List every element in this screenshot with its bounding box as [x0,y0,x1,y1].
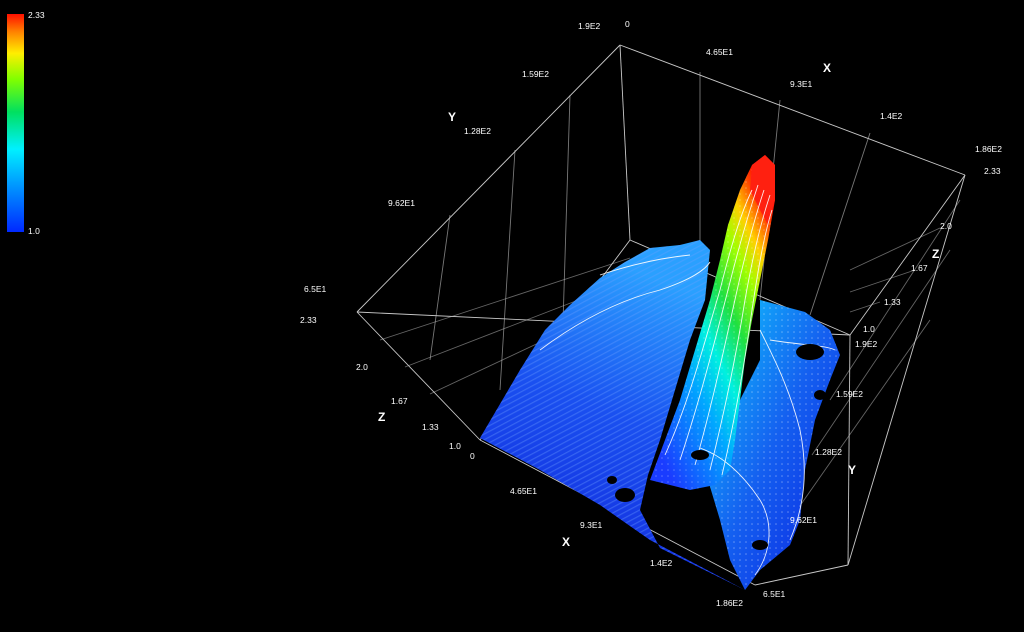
x-tick-label: 0 [470,451,475,461]
box-edge [619,44,966,176]
z-tick-label: 2.33 [984,166,1001,176]
x-tick-label: 9.3E1 [790,79,812,89]
y-tick-label: 9.62E1 [388,198,415,208]
surface-mesh [480,155,840,590]
y-tick-label: 1.28E2 [464,126,491,136]
box-edge [356,44,621,313]
y-axis-label: Y [848,463,856,477]
grid-line [849,301,881,313]
x-tick-label: 9.3E1 [580,520,602,530]
grid-line [429,214,451,361]
y-tick-label: 6.5E1 [304,284,326,294]
z-axis-label: Z [378,410,385,424]
z-tick-label: 1.0 [449,441,461,451]
x-tick-label: 4.65E1 [706,47,733,57]
colorbar-max-label: 2.33 [28,10,45,20]
x-tick-label: 4.65E1 [510,486,537,496]
y-tick-label: 1.59E2 [836,389,863,399]
y-axis-label: Y [448,110,456,124]
surface-gap [752,540,768,550]
z-tick-label: 1.33 [884,297,901,307]
z-tick-label: 2.33 [300,315,317,325]
box-edge [754,564,849,586]
y-tick-label: 1.59E2 [522,69,549,79]
y-tick-label: 1.28E2 [815,447,842,457]
grid-line [849,269,916,293]
x-axis-ticks-back: 0 4.65E1 9.3E1 1.4E2 1.86E2 [625,19,1002,154]
x-tick-label: 0 [625,19,630,29]
x-axis-label: X [562,535,570,549]
box-edge [847,174,966,566]
surface-gap [814,390,826,400]
y-axis-ticks-left: 1.9E2 1.59E2 1.28E2 9.62E1 6.5E1 [304,21,600,294]
x-tick-label: 1.86E2 [716,598,743,608]
surface-gap [691,450,709,460]
y-tick-label: 1.9E2 [578,21,600,31]
z-axis-ticks-left: 2.33 2.0 1.67 1.33 1.0 [300,315,461,451]
x-tick-label: 1.86E2 [975,144,1002,154]
colorbar-min-label: 1.0 [28,226,40,236]
surface-gap [615,488,635,502]
grid-line [499,149,516,391]
y-tick-label: 6.5E1 [763,589,785,599]
z-tick-label: 1.67 [911,263,928,273]
box-edge [849,174,966,336]
grid-line [809,132,871,316]
colorbar [7,14,24,232]
surface-gap [796,344,824,360]
z-tick-label: 1.0 [863,324,875,334]
x-tick-label: 1.4E2 [650,558,672,568]
y-tick-label: 9.62E1 [790,515,817,525]
z-axis-label: Z [932,247,939,261]
x-tick-label: 1.4E2 [880,111,902,121]
y-tick-label: 1.9E2 [855,339,877,349]
z-tick-label: 2.0 [356,362,368,372]
box-edge [619,44,631,241]
z-tick-label: 1.67 [391,396,408,406]
surface-plot: 0 4.65E1 9.3E1 1.4E2 1.86E2 0 4.65E1 9.3… [300,19,1002,608]
z-tick-label: 2.0 [940,221,952,231]
surface-gap [607,476,617,484]
z-tick-label: 1.33 [422,422,439,432]
x-axis-label: X [823,61,831,75]
box-edge [356,311,481,441]
